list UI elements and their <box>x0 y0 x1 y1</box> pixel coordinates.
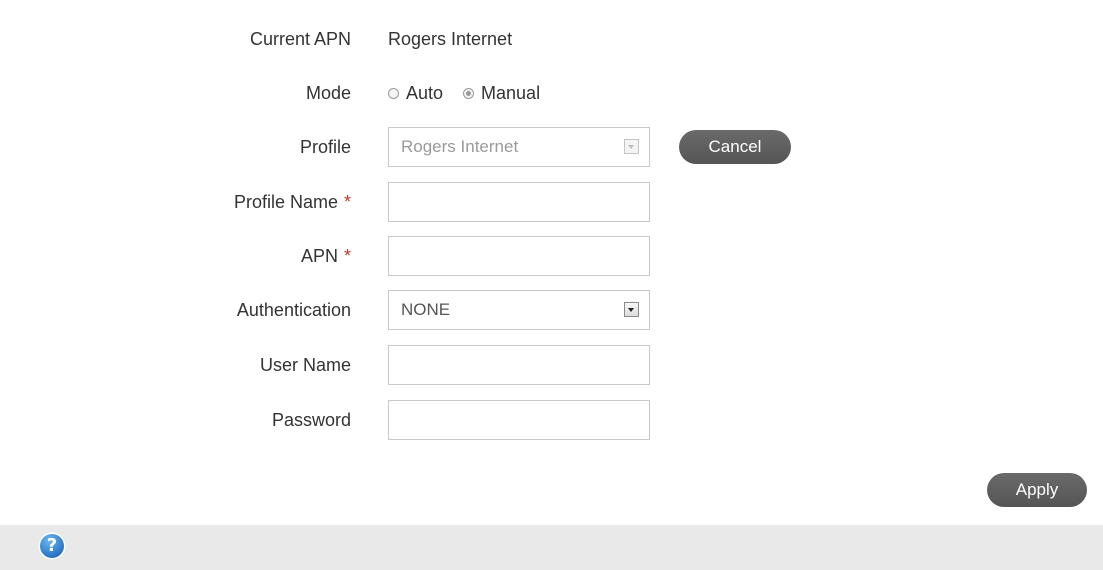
current-apn-label: Current APN <box>249 29 351 49</box>
profile-label: Profile <box>299 137 351 157</box>
mode-row: Mode Auto Manual <box>0 73 1103 113</box>
user-name-row: User Name <box>0 345 1103 385</box>
password-input[interactable] <box>388 400 650 440</box>
help-icon[interactable]: ? <box>38 532 66 560</box>
mode-manual-radio[interactable]: Manual <box>463 83 540 104</box>
profile-select-value: Rogers Internet <box>401 137 519 156</box>
radio-checked-icon[interactable] <box>463 87 475 99</box>
mode-label: Mode <box>305 83 351 103</box>
mode-radio-group: Auto Manual <box>388 73 560 113</box>
profile-name-label: Profile Name * <box>234 182 351 222</box>
current-apn-row: Current APN Rogers Internet <box>0 19 1103 59</box>
required-asterisk: * <box>343 246 351 266</box>
apn-label-text: APN <box>300 246 338 266</box>
apn-label: APN * <box>301 236 351 276</box>
authentication-select[interactable]: NONE <box>388 290 650 330</box>
user-name-label: User Name <box>259 355 351 375</box>
cancel-button[interactable]: Cancel <box>679 130 791 164</box>
authentication-label: Authentication <box>236 300 351 320</box>
profile-name-row: Profile Name * <box>0 182 1103 222</box>
chevron-down-icon[interactable] <box>624 139 639 154</box>
mode-auto-radio[interactable]: Auto <box>388 83 443 104</box>
apn-row: APN * <box>0 236 1103 276</box>
profile-name-input[interactable] <box>388 182 650 222</box>
chevron-down-icon[interactable] <box>624 302 639 317</box>
apply-button[interactable]: Apply <box>987 473 1087 507</box>
radio-unchecked-icon[interactable] <box>388 87 399 99</box>
profile-select[interactable]: Rogers Internet <box>388 127 650 167</box>
authentication-select-value: NONE <box>401 300 451 319</box>
current-apn-value: Rogers Internet <box>388 29 513 49</box>
password-row: Password <box>0 400 1103 440</box>
mode-auto-label: Auto <box>406 82 444 103</box>
mode-manual-label: Manual <box>481 82 541 103</box>
help-bar: ? <box>0 525 1103 570</box>
profile-row: Profile Rogers Internet Cancel <box>0 127 1103 167</box>
user-name-input[interactable] <box>388 345 650 385</box>
authentication-row: Authentication NONE <box>0 290 1103 330</box>
profile-name-label-text: Profile Name <box>233 192 338 212</box>
password-label: Password <box>271 410 351 430</box>
apn-input[interactable] <box>388 236 650 276</box>
required-asterisk: * <box>343 192 351 212</box>
